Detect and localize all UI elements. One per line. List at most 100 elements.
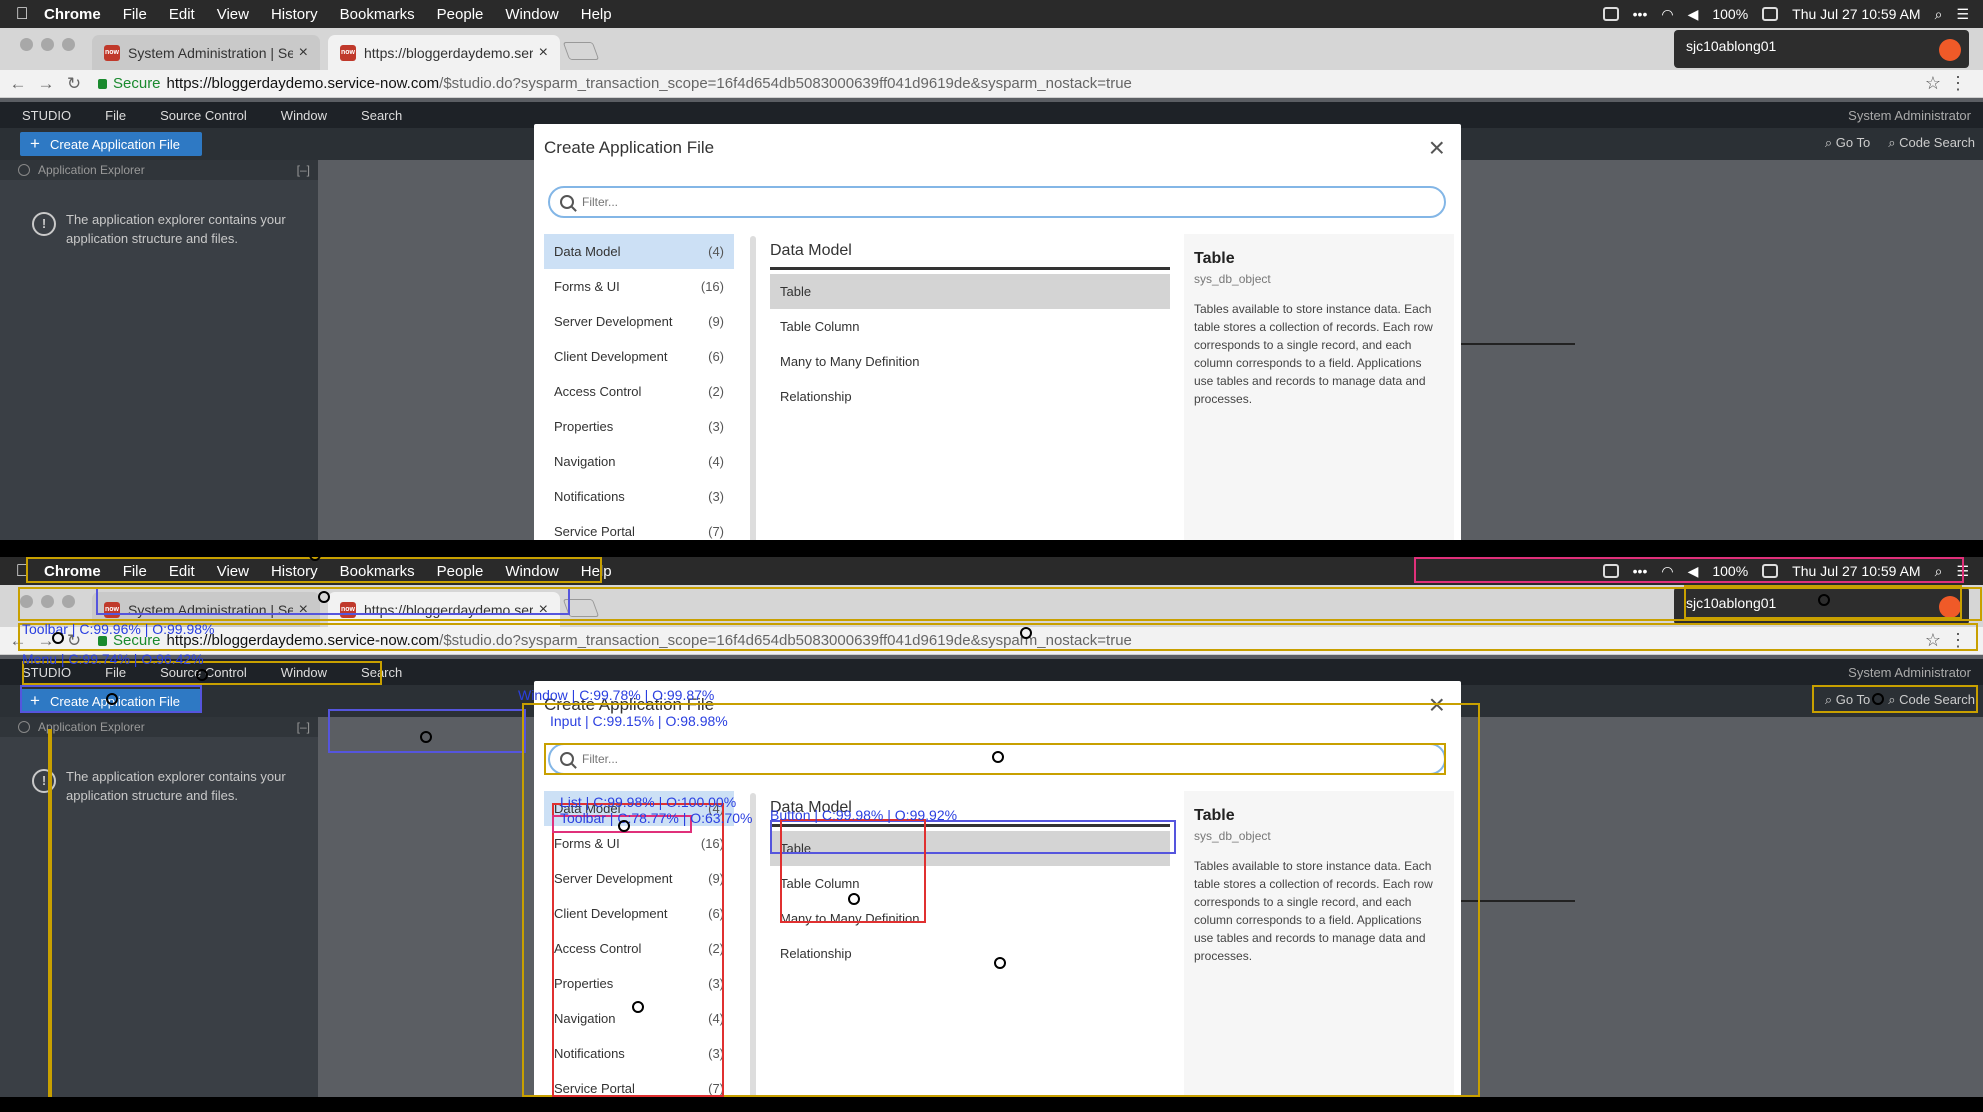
close-tab-icon[interactable]: × <box>539 44 548 62</box>
category-server-development[interactable]: Server Development (9) <box>544 861 734 896</box>
category-service-portal[interactable]: Service Portal (7) <box>544 514 734 540</box>
user-menu[interactable]: System Administrator <box>1848 665 1971 680</box>
filter-field[interactable] <box>548 186 1446 218</box>
filter-input[interactable] <box>582 195 1382 209</box>
menu-bookmarks[interactable]: Bookmarks <box>340 563 415 580</box>
studio-menu-studio[interactable]: STUDIO <box>22 108 71 123</box>
code-search-button[interactable]: ⌕ Code Search <box>1888 692 1975 708</box>
menu-history[interactable]: History <box>271 563 318 580</box>
close-tab-icon[interactable]: × <box>299 44 308 62</box>
studio-menu-window[interactable]: Window <box>281 108 327 123</box>
battery-icon[interactable] <box>1762 564 1779 578</box>
category-data-model[interactable]: Data Model (4) <box>544 234 734 269</box>
volume-icon[interactable]: ◀ <box>1688 563 1699 580</box>
chrome-menu-icon[interactable]: ⋮ <box>1949 630 1967 651</box>
collapse-button[interactable]: [–] <box>297 160 310 180</box>
url-field[interactable]: https://bloggerdaydemo.service-now.com/$… <box>167 75 1132 92</box>
menu-people[interactable]: People <box>437 6 484 23</box>
forward-icon[interactable]: → <box>36 74 56 94</box>
studio-menu-search[interactable]: Search <box>361 108 402 123</box>
filter-input[interactable] <box>582 752 1382 766</box>
menu-help[interactable]: Help <box>581 6 612 23</box>
menu-file[interactable]: File <box>123 6 147 23</box>
close-window-icon[interactable] <box>20 595 33 608</box>
user-menu[interactable]: System Administrator <box>1848 108 1971 123</box>
menu-help[interactable]: Help <box>581 563 612 580</box>
record-icon[interactable] <box>1939 596 1961 618</box>
spotlight-icon[interactable]: ⌕ <box>1935 563 1943 580</box>
bookmark-star-icon[interactable]: ☆ <box>1925 630 1941 651</box>
bookmark-star-icon[interactable]: ☆ <box>1925 73 1941 94</box>
item-relationship[interactable]: Relationship <box>770 936 1170 971</box>
apple-icon[interactable]:  <box>0 561 44 581</box>
item-many-to-many[interactable]: Many to Many Definition <box>770 901 1170 936</box>
back-icon[interactable]: ← <box>8 74 28 94</box>
item-relationship[interactable]: Relationship <box>770 379 1170 414</box>
studio-menu-window[interactable]: Window <box>281 665 327 680</box>
category-access-control[interactable]: Access Control (2) <box>544 931 734 966</box>
menu-bookmarks[interactable]: Bookmarks <box>340 6 415 23</box>
category-service-portal[interactable]: Service Portal (7) <box>544 1071 734 1097</box>
notifications-icon[interactable]: ☰ <box>1956 6 1969 23</box>
menu-window[interactable]: Window <box>505 6 558 23</box>
menu-people[interactable]: People <box>437 563 484 580</box>
item-many-to-many[interactable]: Many to Many Definition <box>770 344 1170 379</box>
close-icon[interactable]: × <box>1429 689 1445 721</box>
clock-text[interactable]: Thu Jul 27 10:59 AM <box>1792 563 1920 579</box>
url-field[interactable]: https://bloggerdaydemo.service-now.com/$… <box>167 632 1132 649</box>
studio-menu-file[interactable]: File <box>105 108 126 123</box>
go-to-button[interactable]: ⌕ Go To <box>1825 135 1870 151</box>
battery-icon[interactable] <box>1762 7 1779 21</box>
shield-icon[interactable] <box>1602 7 1619 21</box>
spotlight-icon[interactable]: ⌕ <box>1935 6 1943 23</box>
category-client-development[interactable]: Client Development (6) <box>544 339 734 374</box>
tab-system-administration[interactable]: now System Administration | Servic × <box>92 35 320 70</box>
menu-file[interactable]: File <box>123 563 147 580</box>
menu-view[interactable]: View <box>217 6 249 23</box>
category-access-control[interactable]: Access Control (2) <box>544 374 734 409</box>
menu-edit[interactable]: Edit <box>169 563 195 580</box>
volume-icon[interactable]: ◀ <box>1688 6 1699 23</box>
menu-history[interactable]: History <box>271 6 318 23</box>
create-application-file-button[interactable]: + Create Application File <box>20 132 202 156</box>
new-tab-button[interactable] <box>562 42 600 60</box>
item-table[interactable]: Table <box>770 274 1170 309</box>
close-window-icon[interactable] <box>20 38 33 51</box>
category-forms-ui[interactable]: Forms & UI (16) <box>544 269 734 304</box>
menu-app-chrome[interactable]: Chrome <box>44 6 101 23</box>
category-navigation[interactable]: Navigation (4) <box>544 444 734 479</box>
collapse-button[interactable]: [–] <box>297 717 310 737</box>
list-scrollbar[interactable] <box>750 236 756 540</box>
shield-icon[interactable] <box>1602 564 1619 578</box>
category-properties[interactable]: Properties (3) <box>544 409 734 444</box>
minimize-window-icon[interactable] <box>41 595 54 608</box>
category-server-development[interactable]: Server Development (9) <box>544 304 734 339</box>
list-scrollbar[interactable] <box>750 793 756 1097</box>
tab-studio[interactable]: now https://bloggerdaydemo.servi × <box>328 592 560 627</box>
category-properties[interactable]: Properties (3) <box>544 966 734 1001</box>
wifi-icon[interactable]: ◠ <box>1661 563 1673 580</box>
item-table-column[interactable]: Table Column <box>770 309 1170 344</box>
item-table[interactable]: Table <box>770 831 1170 866</box>
reload-icon[interactable]: ↻ <box>64 74 84 94</box>
category-notifications[interactable]: Notifications (3) <box>544 1036 734 1071</box>
more-icon[interactable]: ••• <box>1633 563 1648 579</box>
menu-view[interactable]: View <box>217 563 249 580</box>
category-notifications[interactable]: Notifications (3) <box>544 479 734 514</box>
menu-window[interactable]: Window <box>505 563 558 580</box>
record-icon[interactable] <box>1939 39 1961 61</box>
menu-app-chrome[interactable]: Chrome <box>44 563 101 580</box>
clock-text[interactable]: Thu Jul 27 10:59 AM <box>1792 6 1920 22</box>
zoom-window-icon[interactable] <box>62 38 75 51</box>
chrome-menu-icon[interactable]: ⋮ <box>1949 73 1967 94</box>
code-search-button[interactable]: ⌕ Code Search <box>1888 135 1975 151</box>
notifications-icon[interactable]: ☰ <box>1956 563 1969 580</box>
item-table-column[interactable]: Table Column <box>770 866 1170 901</box>
go-to-button[interactable]: ⌕ Go To <box>1825 692 1870 708</box>
menu-edit[interactable]: Edit <box>169 6 195 23</box>
close-tab-icon[interactable]: × <box>539 601 548 619</box>
secure-indicator[interactable]: Secure <box>98 75 161 92</box>
wifi-icon[interactable]: ◠ <box>1661 6 1673 23</box>
category-client-development[interactable]: Client Development (6) <box>544 896 734 931</box>
new-tab-button[interactable] <box>562 599 600 617</box>
